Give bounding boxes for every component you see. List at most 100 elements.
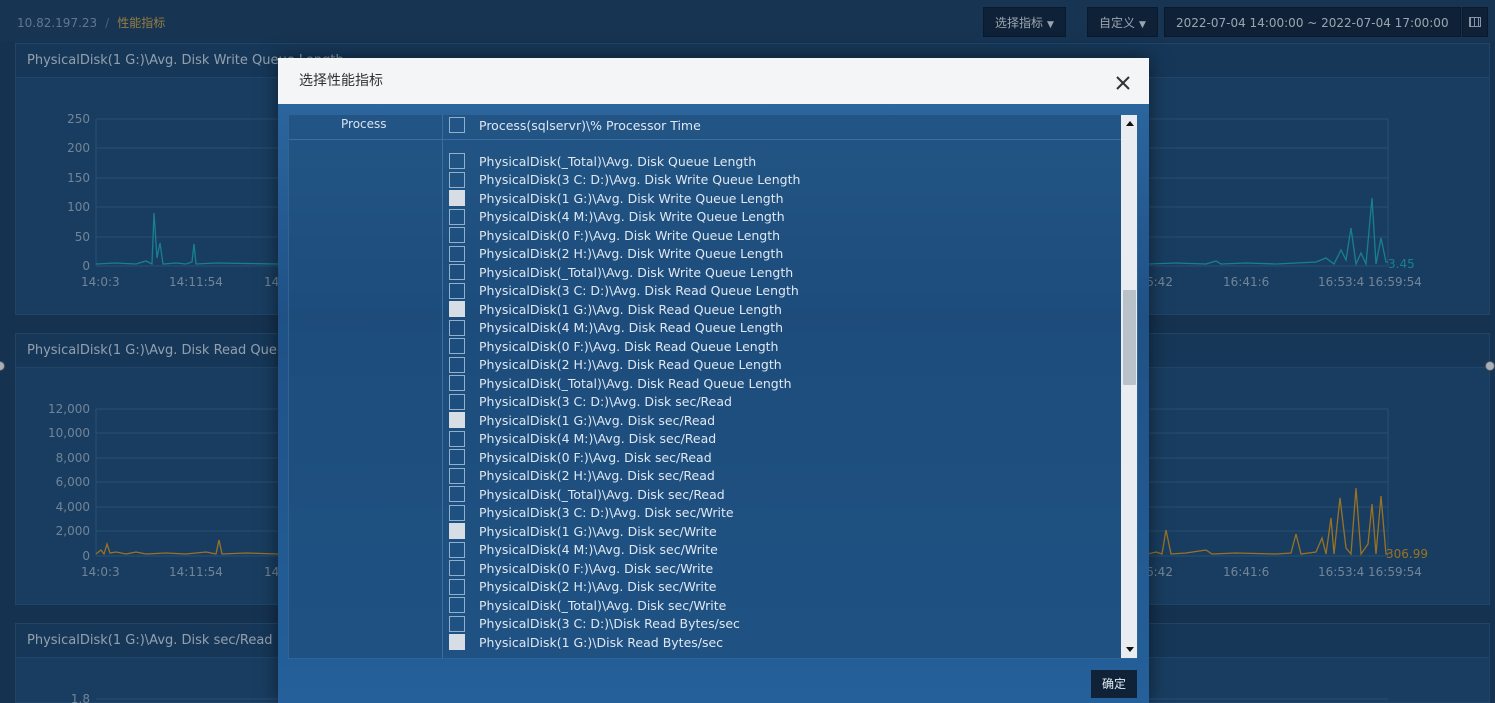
metric-checkbox[interactable] [449,264,465,280]
metric-label: PhysicalDisk(0 F:)\Avg. Disk Write Queue… [479,227,781,243]
metric-label: PhysicalDisk(_Total)\Avg. Disk sec/Write [479,597,727,613]
metric-checkbox[interactable] [449,319,465,336]
metric-checkbox[interactable] [449,523,465,539]
column-divider [442,115,443,658]
metric-checkbox[interactable] [449,171,465,188]
metric-item[interactable]: PhysicalDisk(2 H:)\Avg. Disk Write Queue… [449,245,783,263]
metric-label: PhysicalDisk(1 G:)\Avg. Disk sec/Write [479,523,717,539]
metric-label: PhysicalDisk(0 F:)\Avg. Disk sec/Write [479,560,714,576]
metric-checkbox[interactable] [449,208,465,225]
metric-item[interactable]: PhysicalDisk(_Total)\Avg. Disk Queue Len… [449,152,756,170]
metric-label: PhysicalDisk(3 C: D:)\Avg. Disk Read Que… [479,283,799,298]
vertical-scrollbar[interactable] [1121,115,1137,658]
metric-checkbox[interactable] [449,560,465,576]
metric-label: PhysicalDisk(2 H:)\Avg. Disk sec/Read [479,468,715,483]
metric-checkbox[interactable] [449,412,465,428]
metric-item[interactable]: PhysicalDisk(2 H:)\Avg. Disk sec/Write [449,578,716,596]
metric-checkbox[interactable] [449,393,465,410]
group-label-process: Process [341,117,387,131]
metric-checkbox[interactable] [449,282,465,299]
metric-item[interactable]: Process(sqlservr)\% Processor Time [449,116,701,134]
metric-item[interactable]: PhysicalDisk(4 M:)\Avg. Disk sec/Read [449,430,716,448]
metric-label: PhysicalDisk(3 C: D:)\Avg. Disk Write Qu… [479,172,801,187]
arrow-up-icon [1125,121,1134,126]
metric-label: PhysicalDisk(1 G:)\Avg. Disk sec/Read [479,412,716,428]
metric-label: PhysicalDisk(4 M:)\Avg. Disk sec/Read [479,431,717,446]
close-button[interactable] [1111,68,1135,92]
metric-label: PhysicalDisk(_Total)\Avg. Disk sec/Read [479,486,725,502]
metric-checkbox[interactable] [449,449,465,465]
metric-label: PhysicalDisk(2 H:)\Avg. Disk Read Queue … [479,357,782,372]
metric-item[interactable]: PhysicalDisk(2 H:)\Avg. Disk Read Queue … [449,356,782,374]
metric-checkbox[interactable] [449,597,465,613]
metric-label: PhysicalDisk(1 G:)\Avg. Disk Read Queue … [479,301,782,317]
metric-item[interactable]: PhysicalDisk(3 C: D:)\Avg. Disk sec/Writ… [449,504,734,522]
metric-label: PhysicalDisk(0 F:)\Avg. Disk Read Queue … [479,338,779,354]
metric-list[interactable]: Process Process(sqlservr)\% Processor Ti… [288,114,1138,659]
metric-item[interactable]: PhysicalDisk(0 F:)\Avg. Disk Read Queue … [449,337,778,355]
metric-checkbox[interactable] [449,541,465,558]
metric-label: PhysicalDisk(4 M:)\Avg. Disk Write Queue… [479,209,785,224]
metric-item[interactable]: PhysicalDisk(1 G:)\Avg. Disk sec/Write [449,522,717,540]
metric-item[interactable]: PhysicalDisk(3 C: D:)\Avg. Disk Write Qu… [449,171,800,189]
metric-item[interactable]: PhysicalDisk(4 M:)\Avg. Disk Write Queue… [449,208,785,226]
metric-item[interactable]: PhysicalDisk(0 F:)\Avg. Disk Write Queue… [449,226,780,244]
metric-label: PhysicalDisk(1 G:)\Avg. Disk Write Queue… [479,190,784,206]
metric-item[interactable]: PhysicalDisk(2 H:)\Avg. Disk sec/Read [449,467,715,485]
metric-item[interactable]: PhysicalDisk(3 C: D:)\Avg. Disk sec/Read [449,393,732,411]
metric-checkbox[interactable] [449,190,465,206]
metric-label: PhysicalDisk(_Total)\Avg. Disk Write Que… [479,264,794,280]
arrow-down-icon [1125,647,1134,652]
metric-checkbox[interactable] [449,634,465,650]
scroll-up-button[interactable] [1121,115,1137,132]
metric-checkbox[interactable] [449,153,465,169]
metric-item[interactable]: PhysicalDisk(4 M:)\Avg. Disk Read Queue … [449,319,783,337]
metric-checkbox[interactable] [449,356,465,373]
metric-item[interactable]: PhysicalDisk(_Total)\Avg. Disk sec/Read [449,485,725,503]
metric-label: PhysicalDisk(3 C: D:)\Avg. Disk sec/Writ… [479,505,734,520]
metric-checkbox[interactable] [449,615,465,632]
metric-checkbox[interactable] [449,430,465,447]
metric-label: PhysicalDisk(2 H:)\Avg. Disk Write Queue… [479,246,784,261]
metric-checkbox[interactable] [449,338,465,354]
metric-item[interactable]: PhysicalDisk(3 C: D:)\Avg. Disk Read Que… [449,282,799,300]
dialog-header: 选择性能指标 [278,58,1149,104]
metric-checkbox[interactable] [449,227,465,243]
metric-label: Process(sqlservr)\% Processor Time [479,117,701,133]
select-metric-dialog: 选择性能指标 Process Process(sqlservr)\% Proce… [278,58,1149,703]
metric-item[interactable]: PhysicalDisk(0 F:)\Avg. Disk sec/Write [449,559,713,577]
scroll-down-button[interactable] [1121,641,1137,658]
metric-checkbox[interactable] [449,245,465,262]
metric-checkbox[interactable] [449,486,465,502]
metric-item[interactable]: PhysicalDisk(1 G:)\Disk Read Bytes/sec [449,633,723,651]
metric-item[interactable]: PhysicalDisk(_Total)\Avg. Disk Write Que… [449,263,793,281]
metric-label: PhysicalDisk(3 C: D:)\Disk Read Bytes/se… [479,616,740,631]
metric-checkbox[interactable] [449,504,465,521]
metric-checkbox[interactable] [449,117,465,133]
metric-item[interactable]: PhysicalDisk(1 G:)\Avg. Disk Read Queue … [449,300,782,318]
metric-checkbox[interactable] [449,467,465,484]
metric-label: PhysicalDisk(_Total)\Avg. Disk Read Queu… [479,375,792,391]
metric-label: PhysicalDisk(2 H:)\Avg. Disk sec/Write [479,579,717,594]
metric-item[interactable]: PhysicalDisk(1 G:)\Avg. Disk Write Queue… [449,189,784,207]
group-divider [289,139,1121,140]
metric-label: PhysicalDisk(3 C: D:)\Avg. Disk sec/Read [479,394,732,409]
metric-item[interactable]: PhysicalDisk(_Total)\Avg. Disk sec/Write [449,596,726,614]
scroll-thumb[interactable] [1123,290,1136,385]
dialog-title: 选择性能指标 [299,73,383,89]
metric-item[interactable]: PhysicalDisk(3 C: D:)\Disk Read Bytes/se… [449,615,740,633]
metric-checkbox[interactable] [449,578,465,595]
metric-item[interactable]: PhysicalDisk(_Total)\Avg. Disk Read Queu… [449,374,792,392]
metric-label: PhysicalDisk(1 G:)\Disk Read Bytes/sec [479,634,724,650]
metric-label: PhysicalDisk(4 M:)\Avg. Disk Read Queue … [479,320,784,335]
close-icon [1116,76,1130,90]
metric-item[interactable]: PhysicalDisk(4 M:)\Avg. Disk sec/Write [449,541,718,559]
metric-checkbox[interactable] [449,375,465,391]
metric-item[interactable]: PhysicalDisk(0 F:)\Avg. Disk sec/Read [449,448,712,466]
metric-label: PhysicalDisk(_Total)\Avg. Disk Queue Len… [479,153,757,169]
metric-label: PhysicalDisk(4 M:)\Avg. Disk sec/Write [479,542,718,557]
metric-checkbox[interactable] [449,301,465,317]
metric-item[interactable]: PhysicalDisk(1 G:)\Avg. Disk sec/Read [449,411,715,429]
confirm-button[interactable]: 确定 [1091,670,1137,698]
metric-label: PhysicalDisk(0 F:)\Avg. Disk sec/Read [479,449,712,465]
